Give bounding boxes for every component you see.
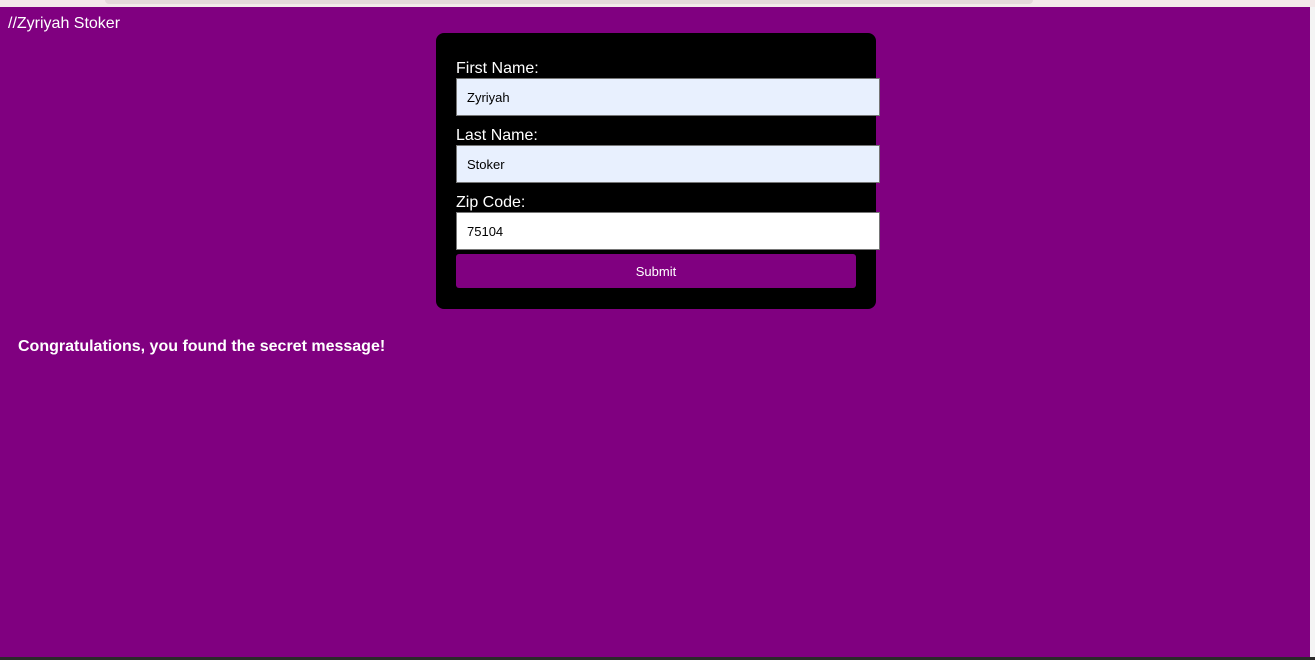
last-name-input[interactable] (456, 145, 880, 183)
page-body: //Zyriyah Stoker First Name: Last Name: … (0, 7, 1310, 657)
browser-top-edge (0, 0, 1315, 7)
window-right-edge (1310, 7, 1315, 657)
browser-tab-edge (105, 0, 1033, 4)
secret-message: Congratulations, you found the secret me… (18, 338, 386, 355)
last-name-label: Last Name: (456, 127, 538, 144)
zip-code-input[interactable] (456, 212, 880, 250)
contact-form: First Name: Last Name: Zip Code: Submit (436, 33, 880, 309)
submit-button[interactable]: Submit (456, 254, 856, 288)
zip-code-label: Zip Code: (456, 194, 526, 211)
first-name-label: First Name: (456, 60, 539, 77)
first-name-input[interactable] (456, 78, 880, 116)
author-comment: //Zyriyah Stoker (8, 15, 121, 32)
